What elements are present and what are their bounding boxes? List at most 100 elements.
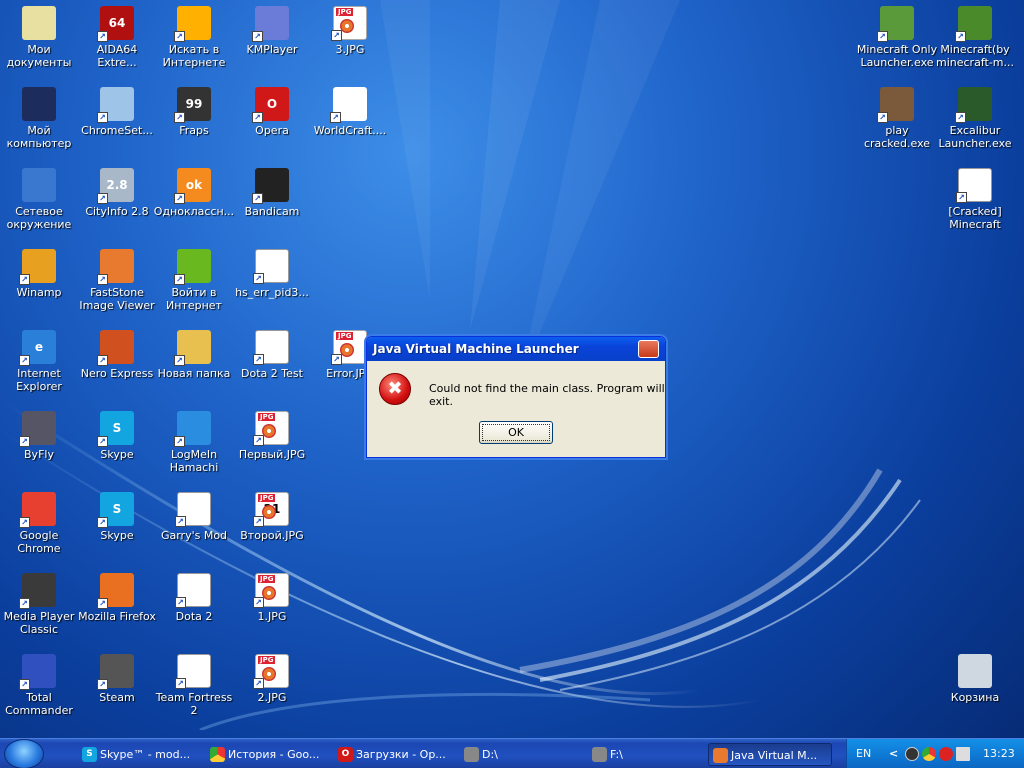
clock[interactable]: 13:23	[983, 747, 1015, 760]
desktop-icon-label: Skype	[100, 448, 134, 461]
desktop-icon[interactable]: ↗ Dota 2	[155, 571, 233, 649]
desktop-icon-label: Opera	[255, 124, 289, 137]
desktop-icon[interactable]: ↗ WorldCraft....	[311, 85, 389, 163]
desktop-icon[interactable]: ↗ Garry's Mod	[155, 490, 233, 568]
desktop-icon[interactable]: e ↗ Internet Explorer	[0, 328, 78, 406]
desktop-icon[interactable]: ↗ play cracked.exe	[858, 85, 936, 163]
internet-explorer-icon: e ↗	[19, 330, 56, 366]
ok-button[interactable]: OK	[479, 421, 553, 444]
team-fortress-icon: ↗	[175, 654, 211, 689]
desktop-icon-label: FastStone Image Viewer	[79, 286, 155, 312]
desktop-icon[interactable]: ↗ Minecraft(by minecraft-m...	[936, 4, 1014, 82]
desktop-icon[interactable]: ↗ Nero Express	[78, 328, 156, 406]
desktop-icon[interactable]: O ↗ Opera	[233, 85, 311, 163]
desktop-icon-label: Dota 2 Test	[241, 367, 303, 380]
folder-icon: ↗	[174, 330, 211, 366]
shortcut-arrow-icon: ↗	[175, 516, 186, 527]
network-tray-icon[interactable]	[956, 747, 970, 761]
dialog-title[interactable]: Java Virtual Machine Launcher	[367, 337, 665, 361]
desktop-icon[interactable]: ok ↗ Одноклассн...	[154, 166, 234, 244]
desktop-icon[interactable]: ↗ 3.JPG	[311, 4, 389, 82]
desktop-icon-label: Fraps	[179, 124, 209, 137]
blocked-tray-icon[interactable]	[939, 747, 953, 761]
shortcut-arrow-icon: ↗	[252, 31, 263, 42]
shortcut-arrow-icon: ↗	[19, 679, 30, 690]
fraps-icon: 99 ↗	[174, 87, 211, 123]
recycle-bin-icon	[958, 654, 992, 688]
desktop-icon[interactable]: 64 ↗ AIDA64 Extre...	[78, 4, 156, 82]
shortcut-arrow-icon: ↗	[252, 112, 263, 123]
jpg-file-icon: ↗	[253, 654, 289, 689]
desktop-icon[interactable]: 2.8 ↗ CityInfo 2.8	[78, 166, 156, 244]
desktop-icon[interactable]: S ↗ Skype	[78, 490, 156, 568]
minecraft-shortcut-icon: ↗	[956, 168, 992, 203]
desktop-icon[interactable]: ↗ Mozilla Firefox	[78, 571, 156, 649]
shortcut-arrow-icon: ↗	[174, 355, 185, 366]
shortcut-arrow-icon: ↗	[19, 598, 30, 609]
desktop-icon[interactable]: ↗ KMPlayer	[233, 4, 311, 82]
desktop-icon[interactable]: ↗ ChromeSet...	[78, 85, 156, 163]
aida64-icon: 64 ↗	[97, 6, 134, 42]
bandicam-icon: ↗	[252, 168, 289, 204]
language-indicator[interactable]: EN	[856, 747, 871, 760]
start-button[interactable]	[4, 739, 44, 768]
taskbar-button[interactable]: D:\	[460, 743, 578, 766]
icon-glyph: S	[112, 421, 122, 435]
tray-expand-chevron[interactable]: <	[889, 747, 898, 760]
desktop-icon[interactable]: ↗ ByFly	[0, 409, 78, 487]
kmplayer-icon: ↗	[252, 6, 289, 42]
desktop-icon[interactable]: ↗ Minecraft Only Launcher.exe	[857, 4, 937, 82]
desktop-icon-label: Сетевое окружение	[6, 205, 72, 231]
garrys-mod-icon: ↗	[175, 492, 211, 527]
taskbar-button[interactable]: F:\	[588, 743, 706, 766]
skype-taskbar-icon: S	[82, 747, 97, 762]
desktop-icon[interactable]: ↗ Dota 2 Test	[233, 328, 311, 406]
minecraft-launcher-icon: ↗	[877, 6, 914, 42]
desktop-icon[interactable]: Мой компьютер	[0, 85, 78, 163]
taskbar-button[interactable]: Java Virtual M...	[708, 743, 832, 766]
taskbar-button[interactable]: S Skype™ - mod...	[78, 743, 196, 766]
shortcut-arrow-icon: ↗	[253, 354, 264, 365]
desktop-icon[interactable]: ↗ Искать в Интернете	[155, 4, 233, 82]
odnoklassniki-icon: ok ↗	[174, 168, 211, 204]
icon-glyph: 21	[263, 502, 281, 516]
icon-glyph: ok	[185, 178, 203, 192]
desktop-icon[interactable]: ↗ Winamp	[0, 247, 78, 325]
desktop-icon[interactable]: Мои документы	[0, 4, 78, 82]
desktop-icon[interactable]: 21↗ Второй.JPG	[233, 490, 311, 568]
desktop-icon[interactable]: ↗ Steam	[78, 652, 156, 730]
taskbar-button[interactable]: История - Goo...	[206, 743, 324, 766]
steam-tray-icon[interactable]	[905, 747, 919, 761]
desktop-icon[interactable]: ↗ 2.JPG	[233, 652, 311, 730]
desktop-icon[interactable]: ↗ Total Commander	[0, 652, 78, 730]
desktop-icon[interactable]: ↗ Excalibur Launcher.exe	[936, 85, 1014, 163]
desktop-icon[interactable]: Сетевое окружение	[0, 166, 78, 244]
faststone-icon: ↗	[97, 249, 134, 285]
dialog-message: Could not find the main class. Program w…	[429, 382, 665, 408]
desktop-icon[interactable]: ↗ Bandicam	[233, 166, 311, 244]
connect-internet-icon: ↗	[174, 249, 211, 285]
desktop-icon-label: Войти в Интернет	[166, 286, 222, 312]
desktop-icon[interactable]: ↗ FastStone Image Viewer	[78, 247, 156, 325]
desktop-icon[interactable]: ↗ Team Fortress 2	[155, 652, 233, 730]
desktop-icon[interactable]: ↗ [Cracked] Minecraft	[936, 166, 1014, 244]
desktop-icon[interactable]: ↗ hs_err_pid3...	[233, 247, 311, 325]
desktop-icon[interactable]: ↗ Media Player Classic	[0, 571, 78, 649]
desktop-icon-label: KMPlayer	[246, 43, 298, 56]
close-button[interactable]	[638, 340, 659, 358]
desktop-icon[interactable]: 99 ↗ Fraps	[155, 85, 233, 163]
desktop-icon[interactable]: ↗ Войти в Интернет	[155, 247, 233, 325]
desktop-icon[interactable]: S ↗ Skype	[78, 409, 156, 487]
desktop-icon[interactable]: ↗ 1.JPG	[233, 571, 311, 649]
shortcut-arrow-icon: ↗	[97, 679, 108, 690]
desktop-icon[interactable]: ↗ Новая папка	[155, 328, 233, 406]
shortcut-arrow-icon: ↗	[19, 274, 30, 285]
nero-icon: ↗	[97, 330, 134, 366]
desktop-icon[interactable]: ↗ Первый.JPG	[233, 409, 311, 487]
taskbar-button[interactable]: O Загрузки - Op...	[334, 743, 452, 766]
desktop-icon[interactable]: Корзина	[936, 652, 1014, 730]
chrome-tray-icon[interactable]	[922, 747, 936, 761]
skype-icon: S ↗	[97, 411, 134, 447]
desktop-icon[interactable]: ↗ Google Chrome	[0, 490, 78, 568]
desktop-icon[interactable]: ↗ LogMeIn Hamachi	[155, 409, 233, 487]
